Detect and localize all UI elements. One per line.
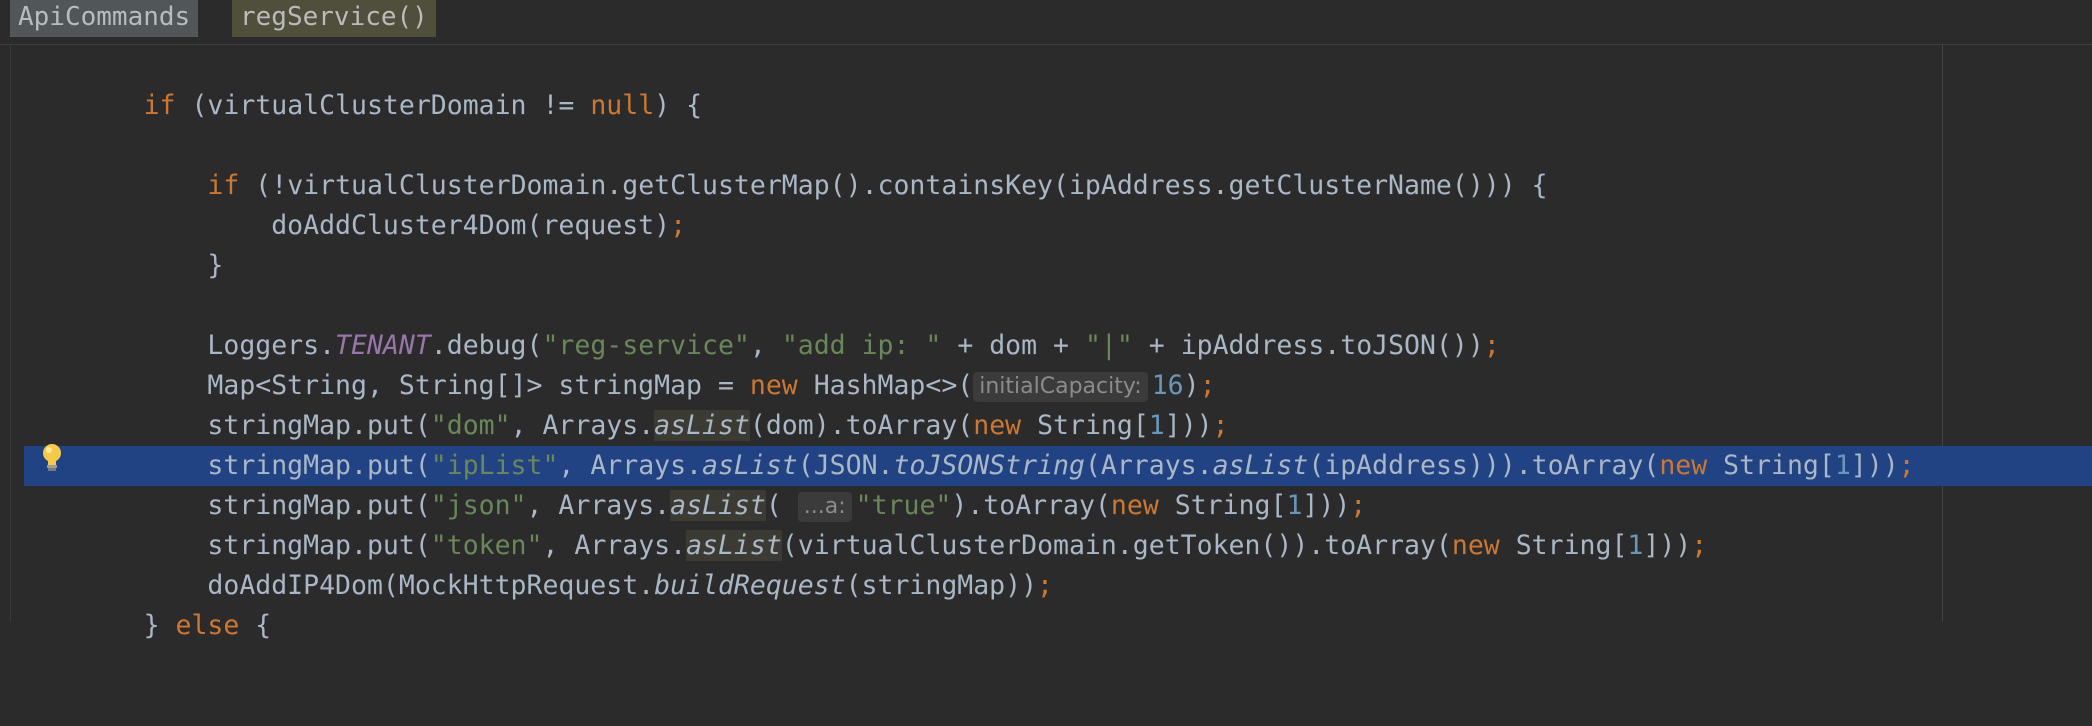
parameter-hint: initialCapacity: xyxy=(973,372,1148,402)
code-line: stringMap.put("dom", Arrays.asList(dom).… xyxy=(0,410,1229,441)
breadcrumb-class[interactable]: ApiCommands xyxy=(10,0,199,37)
lightbulb-icon[interactable] xyxy=(40,442,64,474)
code-line: } else { xyxy=(0,610,272,641)
code-line: doAddIP4Dom(MockHttpRequest.buildRequest… xyxy=(0,570,1054,601)
parameter-hint: ...a: xyxy=(797,492,852,522)
code-line: } xyxy=(0,250,224,281)
code-line: if (!virtualClusterDomain.getClusterMap(… xyxy=(207,170,1548,201)
breadcrumb: ApiCommands regService() xyxy=(0,0,2092,45)
code-line: stringMap.put("token", Arrays.asList(vir… xyxy=(0,530,1708,561)
code-line: doAddCluster4Dom(request); xyxy=(0,210,687,241)
code-line: if (virtualClusterDomain != null) { xyxy=(143,90,703,121)
code-line: stringMap.put("json", Arrays.asList( ...… xyxy=(0,490,1367,522)
code-line: Loggers.TENANT.debug("reg-service", "add… xyxy=(0,330,1500,361)
breadcrumb-method[interactable]: regService() xyxy=(232,0,436,37)
code-line-selected: stringMap.put("ipList", Arrays.asList(JS… xyxy=(24,446,2092,486)
code-line: Map<String, String[]> stringMap = new Ha… xyxy=(0,370,1216,402)
